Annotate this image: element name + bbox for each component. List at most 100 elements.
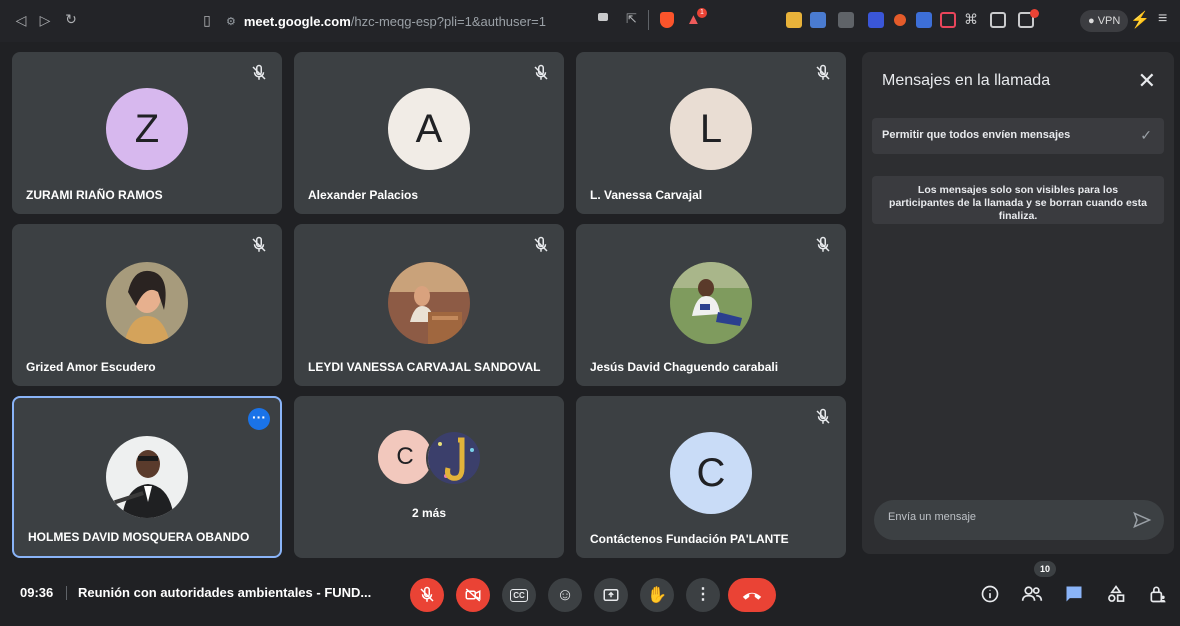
share-icon[interactable]: ⇱ [626,11,637,27]
message-input-box[interactable] [874,500,1164,540]
address-bar[interactable]: ⚙ meet.google.com /hzc-meqg-esp?pli=1&au… [226,8,756,34]
brave-shield-icon[interactable] [660,12,674,28]
participant-tile[interactable]: LEYDI VANESSA CARVAJAL SANDOVAL [294,224,564,386]
url-domain: meet.google.com [243,13,351,29]
raise-hand-button[interactable]: ✋ [640,578,674,612]
participant-tile[interactable]: A Alexander Palacios [294,52,564,214]
participant-name: Grized Amor Escudero [26,360,156,374]
more-options-icon[interactable]: ··· [248,408,270,430]
info-icon [981,585,999,603]
participant-name: Jesús David Chaguendo carabali [590,360,779,374]
vpn-button[interactable]: ● VPN [1080,10,1129,32]
message-input[interactable] [888,511,1118,523]
camera-icon[interactable] [598,13,608,21]
sidebar-icon[interactable] [990,12,1006,28]
hand-icon: ✋ [647,587,667,604]
participant-name: LEYDI VANESSA CARVAJAL SANDOVAL [308,360,541,374]
mic-off-icon [252,236,266,252]
mic-off-icon [816,236,830,252]
chat-icon [1066,586,1082,602]
bookmark-icon[interactable]: ▯ [196,12,218,29]
extension-icon-4[interactable] [894,14,906,26]
send-icon[interactable] [1132,510,1152,530]
participant-tile[interactable]: Jesús David Chaguendo carabali [576,224,846,386]
mic-off-icon [816,408,830,424]
activities-shapes-icon [1108,585,1125,602]
mic-off-icon [420,586,434,602]
rewards-badge: 1 [697,8,707,18]
participant-name: L. Vanessa Carvajal [590,188,703,202]
more-participants-tile[interactable]: C 2 más [294,396,564,558]
avatar: C [378,430,432,484]
leo-ai-icon[interactable]: ⚡ [1130,10,1150,30]
mic-off-icon [534,64,548,80]
captions-icon: CC [510,588,528,602]
participant-name: HOLMES DAVID MOSQUERA OBANDO [28,530,250,544]
close-icon[interactable]: ✕ [1138,68,1156,94]
chat-button[interactable] [1062,582,1086,606]
more-options-button[interactable]: ⋮ [686,578,720,612]
present-screen-icon [603,589,619,601]
avatar: Z [106,88,188,170]
profile-photo [106,262,188,344]
saxophone-avatar-icon [426,430,482,486]
participant-tile[interactable]: C Contáctenos Fundación PA'LANTE [576,396,846,558]
mic-off-icon [816,64,830,80]
clock: 09:36 [20,585,54,600]
participant-name: Alexander Palacios [308,188,419,202]
divider [648,10,649,30]
camera-toggle-button[interactable] [456,578,490,612]
participant-tile[interactable]: L L. Vanessa Carvajal [576,52,846,214]
avatar: L [670,88,752,170]
participant-tile-active[interactable]: ··· HOLMES DAVID MOSQUERA OBANDO [12,396,282,558]
reload-icon[interactable]: ↻ [60,11,82,28]
mic-off-icon [252,64,266,80]
mic-toggle-button[interactable] [410,578,444,612]
captions-button[interactable]: CC [502,578,536,612]
extensions-puzzle-icon[interactable]: ⌘ [964,11,978,28]
meeting-details-button[interactable] [978,582,1002,606]
smiley-icon: ☺ [556,585,574,604]
menu-icon[interactable]: ≡ [1158,10,1167,28]
vpn-label: VPN [1097,15,1121,27]
toggle-label: Permitir que todos envíen mensajes [882,129,1071,141]
participant-tile[interactable]: Z ZURAMI RIAÑO RAMOS [12,52,282,214]
bottom-controls: 09:36 Reunión con autoridades ambientale… [0,561,1180,626]
activities-button[interactable] [1104,582,1128,606]
more-vert-icon: ⋮ [695,586,711,603]
extension-icon-3[interactable] [868,12,884,28]
end-call-icon [742,592,762,600]
profile-photo [388,262,470,344]
mic-off-icon [534,236,548,252]
extension-icon-1[interactable] [786,12,802,28]
leave-call-button[interactable] [728,578,776,612]
camera-off-icon [465,588,481,602]
back-icon[interactable]: ◁ [10,12,32,29]
chat-panel: Mensajes en la llamada ✕ Permitir que to… [862,52,1174,554]
participant-tile[interactable]: Grized Amor Escudero [12,224,282,386]
reactions-button[interactable]: ☺ [548,578,582,612]
notification-dot [1030,9,1039,18]
extension-icon-2[interactable] [810,12,826,28]
allow-messages-toggle[interactable]: Permitir que todos envíen mensajes ✓ [872,118,1164,154]
lock-person-icon [1150,586,1166,603]
extension-icon-off[interactable] [838,12,854,28]
forward-icon[interactable]: ▷ [34,12,56,29]
present-button[interactable] [594,578,628,612]
info-notice: Los mensajes solo son visibles para los … [872,176,1164,224]
avatar: C [670,432,752,514]
pocket-icon[interactable] [940,12,956,28]
participant-name: Contáctenos Fundación PA'LANTE [590,532,789,546]
profile-photo [670,262,752,344]
host-controls-button[interactable] [1146,582,1170,606]
panel-title: Mensajes en la llamada [882,72,1051,89]
people-icon [1021,586,1043,601]
check-icon: ✓ [1140,127,1152,143]
participants-count-badge: 10 [1034,561,1056,577]
extension-icon-5[interactable] [916,12,932,28]
site-info-icon[interactable]: ⚙ [226,15,236,28]
people-button[interactable] [1020,582,1044,606]
url-path: /hzc-meqg-esp?pli=1&authuser=1 [350,13,546,29]
avatar: A [388,88,470,170]
meeting-title: Reunión con autoridades ambientales - FU… [78,585,372,600]
